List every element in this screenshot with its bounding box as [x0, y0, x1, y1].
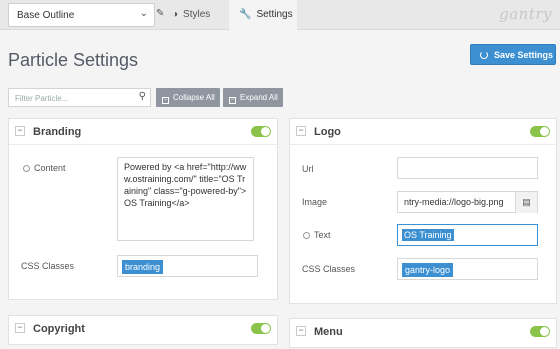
copyright-toggle[interactable] — [251, 323, 271, 334]
menu-toggle[interactable] — [530, 326, 550, 337]
image-value: ntry-media://logo-big.png — [404, 197, 504, 207]
image-input[interactable]: ntry-media://logo-big.png ▤ — [397, 191, 538, 213]
expand-all-button[interactable]: − Expand All — [223, 88, 283, 107]
chevron-down-icon: ⌄ — [139, 8, 148, 19]
pencil-icon[interactable]: ✎ — [156, 8, 164, 19]
save-settings-button[interactable]: Save Settings — [470, 44, 556, 65]
save-settings-label: Save Settings — [494, 50, 554, 60]
collapse-card-icon[interactable]: − — [15, 323, 25, 333]
contrast-icon: ◑ — [172, 9, 179, 20]
radio-icon — [23, 165, 30, 172]
text-label: Text — [303, 230, 331, 240]
collapse-card-icon[interactable]: − — [296, 326, 306, 336]
menu-title: Menu — [314, 326, 343, 338]
tab-styles-label: Styles — [183, 9, 211, 20]
logo-css-input[interactable]: gantry-logo — [397, 258, 538, 280]
collapse-card-icon[interactable]: − — [296, 126, 306, 136]
copyright-title: Copyright — [33, 323, 85, 335]
filter-particle-input[interactable]: Filter Particle... ⚲ — [8, 88, 151, 107]
wrench-icon: 🔧 — [239, 9, 252, 20]
content-label: Content — [23, 163, 66, 173]
expand-icon: − — [229, 97, 236, 104]
branding-css-label: CSS Classes — [21, 261, 75, 271]
text-input-selection: OS Training — [402, 229, 454, 241]
branding-card-header[interactable]: − Branding — [9, 119, 277, 145]
collapse-card-icon[interactable]: − — [15, 126, 25, 136]
logo-css-label: CSS Classes — [302, 264, 356, 274]
image-label: Image — [302, 197, 328, 207]
logo-title: Logo — [314, 126, 341, 138]
url-label: Url — [302, 164, 314, 174]
menu-card: − Menu — [289, 318, 557, 348]
expand-all-label: Expand All — [240, 93, 278, 102]
tab-settings[interactable]: 🔧 Settings — [229, 0, 297, 30]
url-input[interactable] — [397, 157, 538, 179]
collapse-all-label: Collapse All — [173, 93, 215, 102]
logo-card: − Logo Url Image ntry-media://logo-big.p… — [289, 118, 557, 304]
collapse-icon: − — [162, 97, 169, 104]
page-title: Particle Settings — [8, 50, 139, 70]
image-picker-icon[interactable]: ▤ — [515, 192, 537, 213]
filter-placeholder: Filter Particle... — [15, 94, 69, 103]
tab-styles[interactable]: ◑ Styles — [172, 0, 228, 30]
top-bar: Base Outline ⌄ ✎ ◑ Styles 🔧 Settings gantr… — [0, 0, 560, 30]
branding-card: − Branding Content Powered by <a href="h… — [8, 118, 278, 300]
branding-toggle[interactable] — [251, 126, 271, 137]
text-input[interactable]: OS Training — [397, 224, 538, 246]
copyright-card: − Copyright — [8, 315, 278, 345]
outline-select[interactable]: Base Outline ⌄ — [8, 3, 155, 27]
branding-title: Branding — [33, 126, 82, 138]
outline-select-value: Base Outline — [17, 10, 75, 21]
css-class-tag[interactable]: branding — [122, 260, 164, 274]
tab-settings-label: Settings — [256, 9, 293, 20]
css-class-tag[interactable]: gantry-logo — [402, 263, 454, 277]
copyright-card-header[interactable]: − Copyright — [9, 316, 277, 342]
menu-card-header[interactable]: − Menu — [290, 319, 556, 345]
collapse-all-button[interactable]: − Collapse All — [156, 88, 220, 107]
radio-icon — [303, 232, 310, 239]
spinner-icon — [480, 51, 488, 59]
search-icon: ⚲ — [138, 91, 146, 102]
content-textarea[interactable]: Powered by <a href="http://www.ostrainin… — [117, 157, 254, 241]
branding-css-input[interactable]: branding — [117, 255, 258, 277]
gantry-logo: gantry — [499, 5, 552, 23]
logo-toggle[interactable] — [530, 126, 550, 137]
logo-card-header[interactable]: − Logo — [290, 119, 556, 145]
